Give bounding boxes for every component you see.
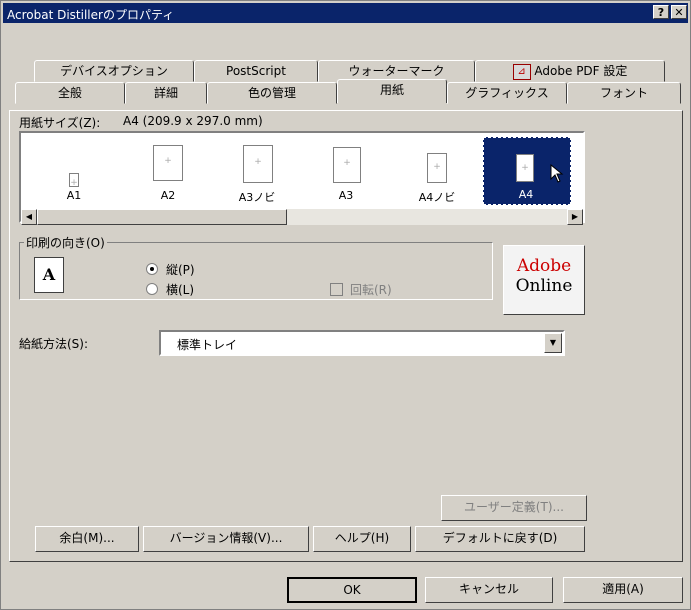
cancel-button[interactable]: キャンセル bbox=[425, 577, 553, 603]
tab-color-management[interactable]: 色の管理 bbox=[207, 82, 337, 104]
title-bar[interactable]: Acrobat Distillerのプロパティ ? ✕ bbox=[3, 3, 688, 23]
tab-fonts[interactable]: フォント bbox=[567, 82, 681, 104]
tab-device-options[interactable]: デバイスオプション bbox=[34, 60, 194, 82]
window-title: Acrobat Distillerのプロパティ bbox=[7, 8, 175, 22]
tab-adobe-pdf-settings[interactable]: ⊿ Adobe PDF 設定 bbox=[475, 60, 665, 82]
tab-general[interactable]: 全般 bbox=[15, 82, 125, 104]
tab-paper[interactable]: 用紙 bbox=[337, 79, 447, 103]
tab-details[interactable]: 詳細 bbox=[125, 82, 207, 104]
adobe-pdf-icon: ⊿ bbox=[512, 63, 531, 80]
tab-postscript[interactable]: PostScript bbox=[194, 60, 318, 82]
close-button[interactable]: ✕ bbox=[671, 5, 687, 19]
apply-button[interactable]: 適用(A) bbox=[563, 577, 683, 603]
properties-dialog: Acrobat Distillerのプロパティ ? ✕ デバイスオプション Po… bbox=[0, 0, 691, 610]
tab-graphics[interactable]: グラフィックス bbox=[447, 82, 567, 104]
paper-tab-panel bbox=[9, 110, 683, 562]
ok-button[interactable]: OK bbox=[287, 577, 417, 603]
help-button[interactable]: ? bbox=[653, 5, 669, 19]
